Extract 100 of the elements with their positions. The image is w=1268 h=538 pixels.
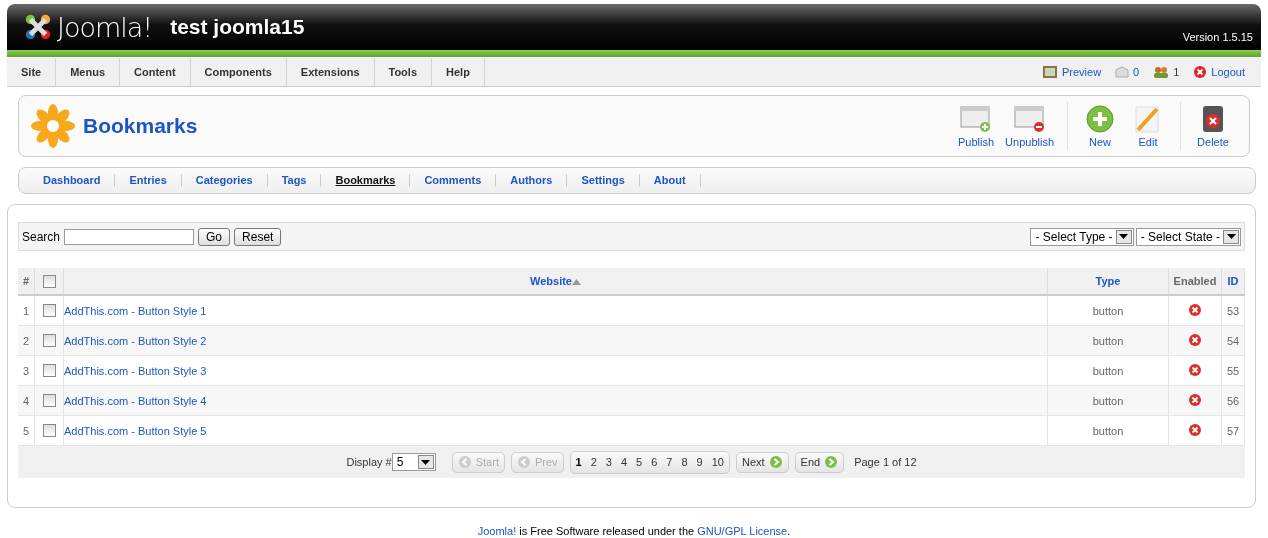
page-link[interactable]: 9 — [696, 456, 703, 468]
footer-link[interactable]: GNU/GPL License — [697, 524, 788, 538]
bookmark-link[interactable]: AddThis.com - Button Style 3 — [64, 364, 207, 377]
display-dropdown[interactable]: 5 — [391, 453, 436, 471]
user-count: 1 — [1173, 66, 1180, 78]
bookmark-link[interactable]: AddThis.com - Button Style 4 — [64, 394, 207, 407]
id-cell: 55 — [1226, 364, 1240, 377]
logout-link[interactable]: Logout — [1211, 66, 1245, 78]
version-text: Version 1.5.15 — [1182, 31, 1253, 43]
page-link[interactable]: 3 — [605, 456, 612, 468]
sort-arrow-icon — [572, 279, 581, 285]
filter-dropdown[interactable]: - Select State - — [1135, 227, 1241, 246]
display-label: Display # — [346, 456, 392, 468]
submenu-tab[interactable]: Entries — [115, 174, 182, 187]
page-nav-button[interactable]: Next — [735, 451, 789, 473]
type-cell: button — [1092, 394, 1124, 407]
toolbar-button[interactable]: Edit — [1124, 98, 1172, 154]
cross-icon[interactable] — [1188, 332, 1202, 347]
message-count: 0 — [1133, 66, 1140, 78]
cross-icon[interactable] — [1188, 422, 1202, 437]
page-link[interactable]: 8 — [681, 456, 688, 468]
menu-item[interactable]: Extensions — [286, 58, 375, 86]
page-title: Bookmarks — [83, 114, 198, 138]
caret-icon — [421, 459, 431, 465]
page-link[interactable]: 7 — [666, 456, 673, 468]
submenu-tab[interactable]: Dashboard — [29, 174, 116, 187]
search-label: Search — [22, 229, 61, 244]
id-cell: 56 — [1226, 394, 1240, 407]
sort-link[interactable]: Type — [1095, 275, 1121, 287]
page-link[interactable]: 5 — [636, 456, 643, 468]
window-minus-icon — [1013, 105, 1046, 133]
bookmark-link[interactable]: AddThis.com - Button Style 1 — [64, 304, 207, 317]
row-number: 1 — [22, 304, 30, 317]
menu-item[interactable]: Site — [7, 58, 57, 86]
trash-icon — [1200, 103, 1226, 133]
footer-link[interactable]: Joomla! — [477, 524, 517, 538]
cross-icon[interactable] — [1188, 392, 1202, 407]
id-cell: 57 — [1226, 424, 1240, 437]
toolbar-button[interactable]: New — [1076, 98, 1124, 154]
row-number: 3 — [22, 364, 30, 377]
menu-item[interactable]: Menus — [56, 58, 121, 86]
preview-link[interactable]: Preview — [1061, 66, 1102, 78]
menu-item[interactable]: Content — [120, 58, 191, 86]
select-all-checkbox[interactable] — [42, 274, 56, 288]
filter-dropdown[interactable]: - Select Type - — [1030, 227, 1134, 246]
type-cell: button — [1092, 424, 1124, 437]
page-link[interactable]: 2 — [590, 456, 597, 468]
toolbar-button[interactable]: Publish — [952, 98, 1001, 154]
search-field[interactable] — [64, 228, 195, 245]
submenu-tab[interactable]: Bookmarks — [321, 174, 411, 187]
delete-button[interactable]: Delete — [1189, 98, 1237, 154]
row-checkbox[interactable] — [42, 394, 56, 408]
bookmark-link[interactable]: AddThis.com - Button Style 5 — [64, 424, 207, 437]
row-checkbox[interactable] — [42, 364, 56, 378]
column-header: # — [18, 268, 35, 295]
submenu-tab[interactable]: Authors — [496, 174, 568, 187]
window-plus-icon — [960, 105, 993, 133]
row-number: 2 — [22, 334, 30, 347]
submenu-tab[interactable]: Settings — [567, 174, 640, 187]
submenu-tab[interactable]: Comments — [410, 174, 497, 187]
row-number: 4 — [22, 394, 30, 407]
page-link[interactable]: 10 — [711, 456, 724, 468]
row-checkbox[interactable] — [42, 304, 56, 318]
row-number: 5 — [22, 424, 30, 437]
plus-icon — [1085, 105, 1115, 133]
type-cell: button — [1092, 364, 1124, 377]
row-checkbox[interactable] — [42, 424, 56, 438]
column-header: Enabled — [1168, 268, 1222, 295]
preview-icon — [1041, 65, 1058, 79]
sort-link[interactable]: Website — [530, 275, 572, 287]
page-info: Page 1 of 12 — [854, 456, 917, 468]
cross-icon[interactable] — [1188, 362, 1202, 377]
toolbar-button[interactable]: Unpublish — [1000, 98, 1059, 154]
site-title: test joomla15 — [170, 15, 305, 39]
brand-name: Joomla! — [57, 11, 153, 43]
caret-icon — [1119, 234, 1129, 239]
page-link[interactable]: 1 — [575, 456, 582, 468]
caret-icon — [1226, 234, 1236, 239]
type-cell: button — [1092, 334, 1124, 347]
menu-item[interactable]: Help — [432, 58, 485, 86]
page-nav-button[interactable]: End — [794, 451, 845, 473]
flower-icon — [31, 104, 75, 148]
bookmark-link[interactable]: AddThis.com - Button Style 2 — [64, 334, 207, 347]
page-link[interactable]: 6 — [651, 456, 658, 468]
menu-item[interactable]: Tools — [374, 58, 432, 86]
footer-text: . — [787, 524, 791, 538]
submenu-tab[interactable]: About — [639, 174, 701, 187]
id-cell: 53 — [1226, 304, 1240, 317]
submenu-tab[interactable]: Categories — [181, 174, 268, 187]
submenu-tab[interactable]: Tags — [267, 174, 322, 187]
type-cell: button — [1092, 304, 1124, 317]
row-checkbox[interactable] — [42, 334, 56, 348]
id-cell: 54 — [1226, 334, 1240, 347]
cross-icon[interactable] — [1188, 302, 1202, 317]
footer-text: is Free Software released under the — [519, 524, 695, 538]
logout-icon — [1193, 65, 1208, 79]
go-button[interactable]: Go — [198, 227, 231, 246]
menu-item[interactable]: Components — [190, 58, 287, 86]
page-link[interactable]: 4 — [620, 456, 628, 468]
reset-button[interactable]: Reset — [234, 227, 282, 246]
